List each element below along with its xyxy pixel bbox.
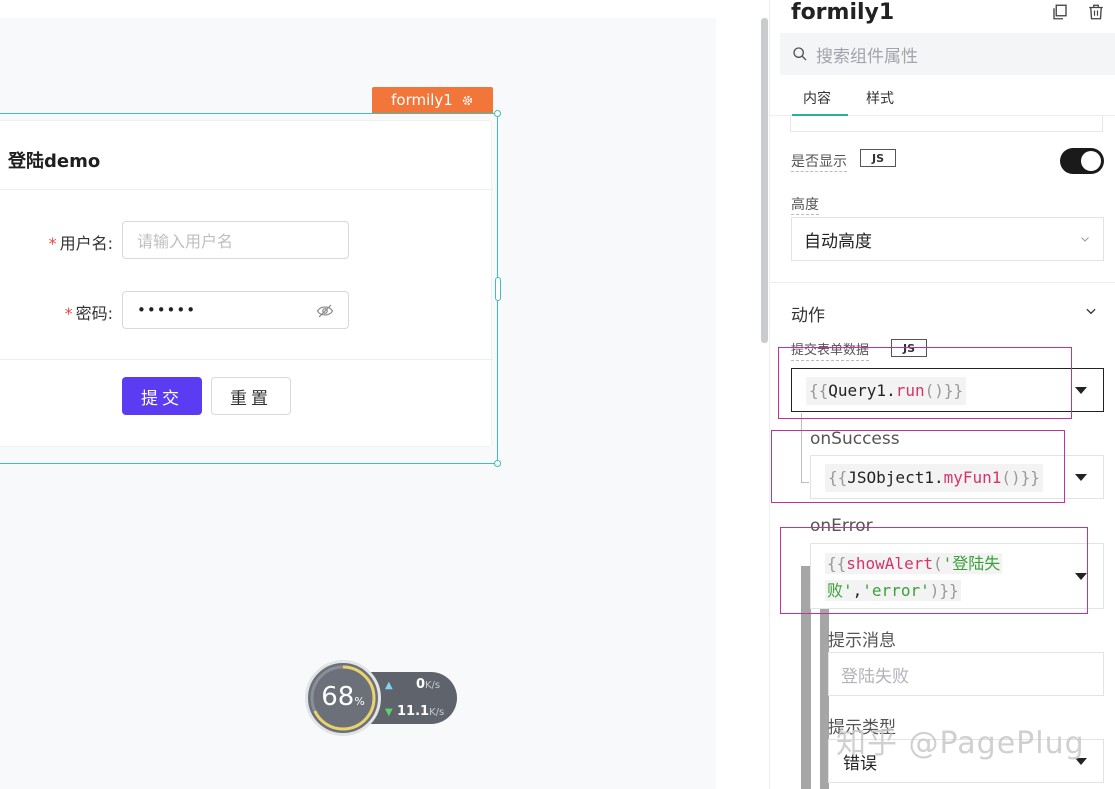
js-toggle-visible[interactable]: JS: [860, 149, 896, 167]
resize-handle[interactable]: [494, 460, 501, 467]
chevron-down-icon: [1079, 233, 1091, 245]
network-speed-widget: ▲ 0K/s ▼ 11.1K/s 68%: [305, 660, 457, 736]
previous-field: [790, 116, 1103, 132]
highlight-box: [771, 430, 1065, 503]
search-icon: [792, 46, 808, 62]
height-select[interactable]: 自动高度: [791, 217, 1104, 261]
panel-tabs: 内容 样式: [770, 86, 1115, 116]
dropdown-arrow-icon[interactable]: [1075, 387, 1087, 394]
cpu-percent: 68%: [305, 682, 381, 712]
download-arrow-icon: ▼: [385, 707, 393, 718]
alert-message-label: 提示消息: [828, 626, 896, 651]
section-divider: [770, 282, 1115, 283]
upload-speed: 0K/s: [401, 677, 440, 692]
widget-name-tag[interactable]: formily1: [372, 87, 493, 113]
height-label: 高度: [791, 196, 819, 215]
visible-label: 是否显示: [791, 153, 847, 172]
panel-title: formily1: [791, 0, 894, 25]
canvas-scrollbar[interactable]: [761, 18, 768, 343]
editor-canvas[interactable]: formily1 登陆demo *用户名: 请输入用户名 *密码: ••••••…: [0, 0, 768, 789]
widget-selection-frame[interactable]: [0, 113, 498, 464]
chevron-down-icon[interactable]: [1084, 304, 1098, 318]
trash-icon[interactable]: [1087, 3, 1105, 21]
widget-name-label: formily1: [391, 91, 453, 109]
upload-arrow-icon: ▲: [385, 680, 393, 691]
highlight-box: [778, 347, 1072, 419]
search-input[interactable]: 搜索组件属性: [780, 33, 1115, 75]
alert-message-placeholder: 登陆失败: [841, 662, 909, 687]
dropdown-arrow-icon[interactable]: [1075, 474, 1087, 481]
actions-heading[interactable]: 动作: [791, 301, 825, 326]
download-speed: 11.1K/s: [397, 704, 444, 719]
watermark: 知乎 @PagePlug: [836, 718, 1085, 762]
alert-message-input[interactable]: 登陆失败: [828, 652, 1104, 696]
height-value: 自动高度: [804, 227, 872, 252]
copy-icon[interactable]: [1051, 3, 1069, 21]
search-placeholder: 搜索组件属性: [816, 42, 918, 67]
gear-icon[interactable]: [461, 94, 474, 107]
highlight-box: [780, 527, 1088, 614]
resize-handle[interactable]: [494, 110, 501, 117]
resize-handle[interactable]: [495, 277, 501, 301]
visible-toggle[interactable]: [1060, 148, 1104, 174]
tab-content[interactable]: 内容: [803, 88, 831, 116]
tab-style[interactable]: 样式: [866, 88, 894, 116]
